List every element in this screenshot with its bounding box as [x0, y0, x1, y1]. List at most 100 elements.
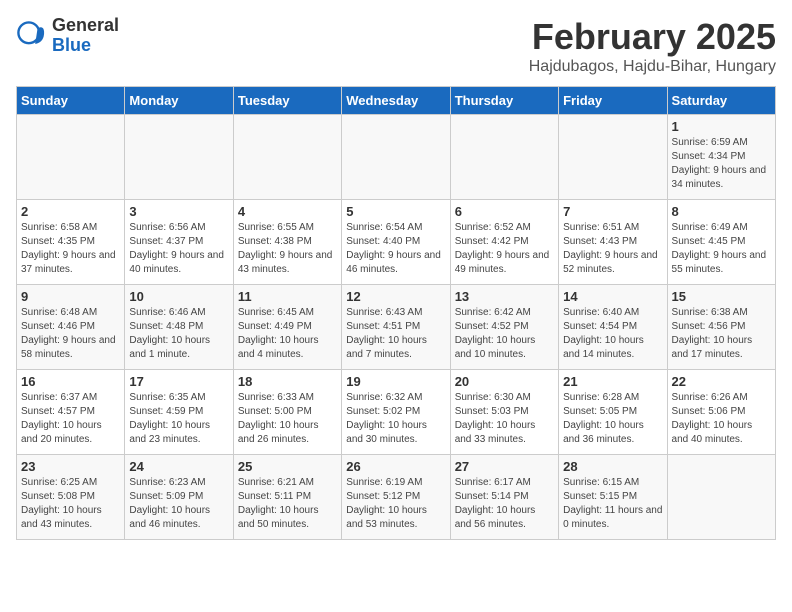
day-info: Sunrise: 6:48 AM Sunset: 4:46 PM Dayligh…: [21, 306, 120, 362]
day-info: Sunrise: 6:54 AM Sunset: 4:40 PM Dayligh…: [346, 221, 445, 277]
calendar-cell: 11 Sunrise: 6:45 AM Sunset: 4:49 PM Dayli…: [233, 285, 341, 370]
day-info: Sunrise: 6:49 AM Sunset: 4:45 PM Dayligh…: [672, 221, 771, 277]
month-title: February 2025: [529, 16, 776, 58]
calendar-cell: 10 Sunrise: 6:46 AM Sunset: 4:48 PM Dayli…: [125, 285, 233, 370]
day-info: Sunrise: 6:46 AM Sunset: 4:48 PM Dayligh…: [129, 306, 228, 362]
logo: General Blue: [16, 16, 119, 56]
logo-icon: [16, 20, 48, 52]
calendar-week-1: 1Sunrise: 6:59 AM Sunset: 4:34 PM Daylig…: [17, 115, 776, 200]
day-number: 2: [21, 204, 120, 219]
title-block: February 2025 Hajdubagos, Hajdu-Bihar, H…: [529, 16, 776, 76]
day-info: Sunrise: 6:30 AM Sunset: 5:03 PM Dayligh…: [455, 391, 554, 447]
day-info: Sunrise: 6:35 AM Sunset: 4:59 PM Dayligh…: [129, 391, 228, 447]
day-info: Sunrise: 6:42 AM Sunset: 4:52 PM Dayligh…: [455, 306, 554, 362]
calendar-cell: 21Sunrise: 6:28 AM Sunset: 5:05 PM Dayli…: [559, 370, 667, 455]
calendar-cell: [342, 115, 450, 200]
day-number: 13: [455, 289, 554, 304]
day-info: Sunrise: 6:26 AM Sunset: 5:06 PM Dayligh…: [672, 391, 771, 447]
calendar-cell: [17, 115, 125, 200]
day-number: 24: [129, 459, 228, 474]
calendar-cell: 28 Sunrise: 6:15 AM Sunset: 5:15 PM Dayli…: [559, 455, 667, 540]
day-number: 21: [563, 374, 662, 389]
day-info: Sunrise: 6:52 AM Sunset: 4:42 PM Dayligh…: [455, 221, 554, 277]
calendar-cell: 25 Sunrise: 6:21 AM Sunset: 5:11 PM Dayli…: [233, 455, 341, 540]
day-number: 22: [672, 374, 771, 389]
day-number: 25: [238, 459, 337, 474]
calendar-cell: 5 Sunrise: 6:54 AM Sunset: 4:40 PM Daylig…: [342, 200, 450, 285]
weekday-header-tuesday: Tuesday: [233, 87, 341, 115]
calendar-cell: [125, 115, 233, 200]
calendar-cell: 24 Sunrise: 6:23 AM Sunset: 5:09 PM Dayli…: [125, 455, 233, 540]
day-info: Sunrise: 6:37 AM Sunset: 4:57 PM Dayligh…: [21, 391, 120, 447]
calendar-cell: 26 Sunrise: 6:19 AM Sunset: 5:12 PM Dayli…: [342, 455, 450, 540]
calendar-week-3: 9Sunrise: 6:48 AM Sunset: 4:46 PM Daylig…: [17, 285, 776, 370]
calendar-cell: 9Sunrise: 6:48 AM Sunset: 4:46 PM Daylig…: [17, 285, 125, 370]
day-info: Sunrise: 6:25 AM Sunset: 5:08 PM Dayligh…: [21, 476, 120, 532]
day-info: Sunrise: 6:21 AM Sunset: 5:11 PM Dayligh…: [238, 476, 337, 532]
calendar-week-4: 16Sunrise: 6:37 AM Sunset: 4:57 PM Dayli…: [17, 370, 776, 455]
day-number: 26: [346, 459, 445, 474]
calendar-cell: 3 Sunrise: 6:56 AM Sunset: 4:37 PM Daylig…: [125, 200, 233, 285]
day-info: Sunrise: 6:15 AM Sunset: 5:15 PM Dayligh…: [563, 476, 662, 532]
day-info: Sunrise: 6:32 AM Sunset: 5:02 PM Dayligh…: [346, 391, 445, 447]
calendar-cell: 7Sunrise: 6:51 AM Sunset: 4:43 PM Daylig…: [559, 200, 667, 285]
day-number: 5: [346, 204, 445, 219]
calendar-cell: 15 Sunrise: 6:38 AM Sunset: 4:56 PM Dayli…: [667, 285, 775, 370]
logo-general: General: [52, 16, 119, 36]
weekday-header-monday: Monday: [125, 87, 233, 115]
calendar-cell: 12 Sunrise: 6:43 AM Sunset: 4:51 PM Dayli…: [342, 285, 450, 370]
calendar-cell: 23 Sunrise: 6:25 AM Sunset: 5:08 PM Dayli…: [17, 455, 125, 540]
calendar-week-2: 2 Sunrise: 6:58 AM Sunset: 4:35 PM Daylig…: [17, 200, 776, 285]
day-number: 3: [129, 204, 228, 219]
weekday-header-row: SundayMondayTuesdayWednesdayThursdayFrid…: [17, 87, 776, 115]
logo-text: General Blue: [52, 16, 119, 56]
page-header: General Blue February 2025 Hajdubagos, H…: [16, 16, 776, 76]
calendar-cell: 20 Sunrise: 6:30 AM Sunset: 5:03 PM Dayli…: [450, 370, 558, 455]
day-number: 19: [346, 374, 445, 389]
day-number: 7: [563, 204, 662, 219]
calendar-cell: 17Sunrise: 6:35 AM Sunset: 4:59 PM Dayli…: [125, 370, 233, 455]
day-info: Sunrise: 6:40 AM Sunset: 4:54 PM Dayligh…: [563, 306, 662, 362]
day-number: 14: [563, 289, 662, 304]
weekday-header-sunday: Sunday: [17, 87, 125, 115]
location: Hajdubagos, Hajdu-Bihar, Hungary: [529, 58, 776, 76]
weekday-header-saturday: Saturday: [667, 87, 775, 115]
weekday-header-friday: Friday: [559, 87, 667, 115]
day-number: 20: [455, 374, 554, 389]
day-number: 8: [672, 204, 771, 219]
calendar-cell: 8 Sunrise: 6:49 AM Sunset: 4:45 PM Daylig…: [667, 200, 775, 285]
day-info: Sunrise: 6:23 AM Sunset: 5:09 PM Dayligh…: [129, 476, 228, 532]
logo-blue: Blue: [52, 36, 119, 56]
day-number: 12: [346, 289, 445, 304]
day-info: Sunrise: 6:45 AM Sunset: 4:49 PM Dayligh…: [238, 306, 337, 362]
day-info: Sunrise: 6:17 AM Sunset: 5:14 PM Dayligh…: [455, 476, 554, 532]
calendar-week-5: 23 Sunrise: 6:25 AM Sunset: 5:08 PM Dayli…: [17, 455, 776, 540]
day-number: 18: [238, 374, 337, 389]
day-info: Sunrise: 6:33 AM Sunset: 5:00 PM Dayligh…: [238, 391, 337, 447]
weekday-header-thursday: Thursday: [450, 87, 558, 115]
day-number: 11: [238, 289, 337, 304]
calendar-cell: 27Sunrise: 6:17 AM Sunset: 5:14 PM Dayli…: [450, 455, 558, 540]
day-number: 28: [563, 459, 662, 474]
calendar-cell: 19 Sunrise: 6:32 AM Sunset: 5:02 PM Dayli…: [342, 370, 450, 455]
day-info: Sunrise: 6:56 AM Sunset: 4:37 PM Dayligh…: [129, 221, 228, 277]
calendar-cell: [450, 115, 558, 200]
calendar-cell: [559, 115, 667, 200]
weekday-header-wednesday: Wednesday: [342, 87, 450, 115]
calendar-cell: 1Sunrise: 6:59 AM Sunset: 4:34 PM Daylig…: [667, 115, 775, 200]
day-number: 23: [21, 459, 120, 474]
calendar-cell: [233, 115, 341, 200]
day-info: Sunrise: 6:43 AM Sunset: 4:51 PM Dayligh…: [346, 306, 445, 362]
calendar-cell: 13 Sunrise: 6:42 AM Sunset: 4:52 PM Dayli…: [450, 285, 558, 370]
day-info: Sunrise: 6:58 AM Sunset: 4:35 PM Dayligh…: [21, 221, 120, 277]
day-number: 4: [238, 204, 337, 219]
day-number: 15: [672, 289, 771, 304]
day-number: 1: [672, 119, 771, 134]
calendar-cell: 2 Sunrise: 6:58 AM Sunset: 4:35 PM Daylig…: [17, 200, 125, 285]
day-info: Sunrise: 6:38 AM Sunset: 4:56 PM Dayligh…: [672, 306, 771, 362]
day-info: Sunrise: 6:19 AM Sunset: 5:12 PM Dayligh…: [346, 476, 445, 532]
calendar-cell: [667, 455, 775, 540]
calendar-cell: 14 Sunrise: 6:40 AM Sunset: 4:54 PM Dayli…: [559, 285, 667, 370]
day-info: Sunrise: 6:55 AM Sunset: 4:38 PM Dayligh…: [238, 221, 337, 277]
day-number: 10: [129, 289, 228, 304]
